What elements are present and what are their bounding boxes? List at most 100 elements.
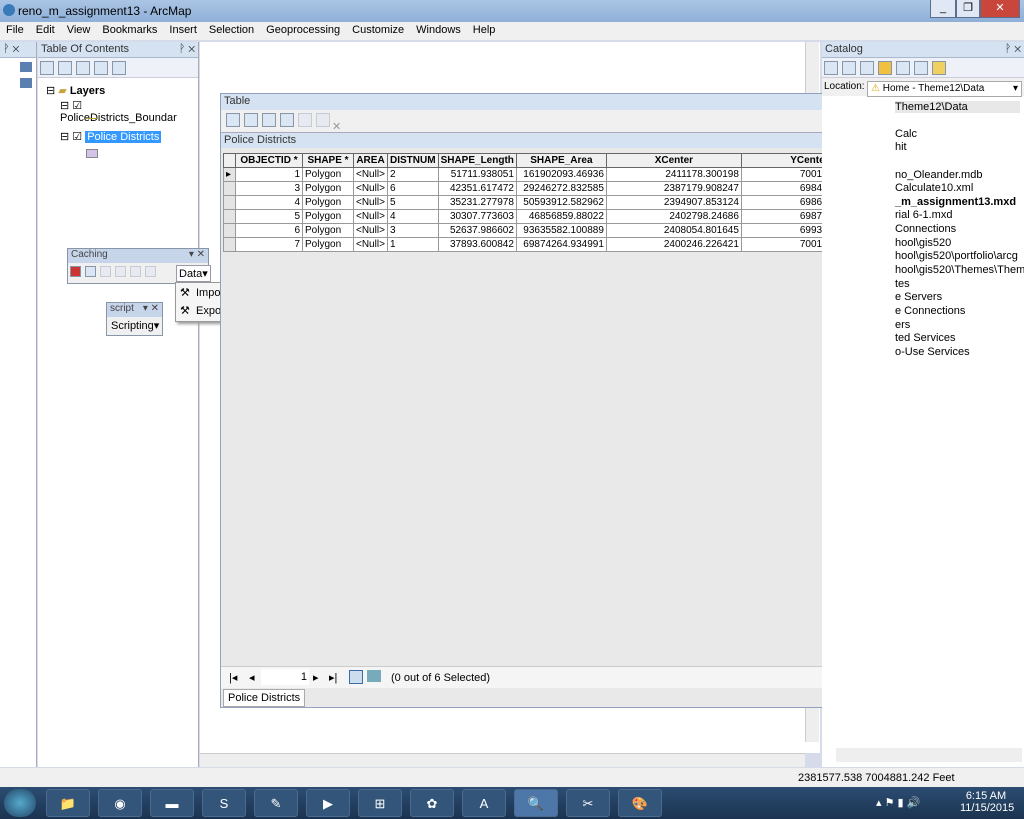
table-cell[interactable]: <Null>	[353, 195, 388, 210]
home-icon[interactable]	[878, 61, 892, 75]
tile-tool-icon[interactable]	[130, 266, 141, 277]
view-icon[interactable]	[914, 61, 928, 75]
row-selector[interactable]	[223, 209, 236, 224]
show-all-records-icon[interactable]	[349, 670, 363, 684]
menu-help[interactable]: Help	[467, 22, 502, 38]
paint-icon[interactable]: 🎨	[618, 789, 662, 817]
table-cell[interactable]: 69874264.934991	[515, 237, 607, 252]
row-selector[interactable]	[223, 181, 236, 196]
command-prompt-icon[interactable]: ▬	[150, 789, 194, 817]
collapse-icon[interactable]: ⊟	[46, 85, 55, 97]
column-header[interactable]: AREA	[353, 153, 388, 168]
related-tables-icon[interactable]	[244, 113, 258, 127]
table-cell[interactable]: 2	[387, 167, 439, 182]
table-cell[interactable]: 51711.938051	[437, 167, 517, 182]
column-header[interactable]: OBJECTID *	[235, 153, 303, 168]
table-options-icon[interactable]	[226, 113, 240, 127]
start-button[interactable]	[4, 789, 36, 817]
table-cell[interactable]: <Null>	[353, 181, 388, 196]
table-cell[interactable]: <Null>	[353, 209, 388, 224]
table-cell[interactable]: 4	[387, 209, 439, 224]
network-icon[interactable]: ⊞	[358, 789, 402, 817]
catalog-item[interactable]: Calc	[895, 128, 917, 140]
menu-view[interactable]: View	[61, 22, 97, 38]
table-cell[interactable]: 93635582.100889	[515, 223, 607, 238]
chrome-icon[interactable]: ◉	[98, 789, 142, 817]
catalog-item[interactable]: _m_assignment13.mxd	[895, 196, 1016, 208]
options-icon[interactable]	[112, 61, 126, 75]
list-by-visibility-icon[interactable]	[76, 61, 90, 75]
tile-tool-icon[interactable]	[145, 266, 156, 277]
attribute-table[interactable]: OBJECTID * SHAPE * AREA DISTNUM SHAPE_Length…	[223, 153, 878, 252]
row-selector[interactable]	[223, 195, 236, 210]
new-folder-icon[interactable]	[932, 61, 946, 75]
row-selector-header[interactable]	[223, 153, 236, 168]
column-header[interactable]: SHAPE_Area	[515, 153, 607, 168]
column-header[interactable]: SHAPE_Length	[437, 153, 517, 168]
layer-name[interactable]: Police Districts	[85, 131, 162, 143]
table-row[interactable]: 3 Polygon <Null> 6 42351.617472 29246272.8325…	[223, 181, 878, 196]
table-cell[interactable]: 5	[387, 195, 439, 210]
record-input[interactable]: 1	[261, 669, 309, 685]
table-row[interactable]: ▸ 1 Polygon <Null> 2 51711.938051 161902093.46…	[223, 167, 878, 182]
collapse-icon[interactable]: ⊟	[60, 131, 69, 143]
menu-insert[interactable]: Insert	[163, 22, 203, 38]
table-cell[interactable]: <Null>	[353, 223, 388, 238]
first-record-button[interactable]: |◂	[229, 671, 237, 684]
catalog-item[interactable]: o-Use Services	[895, 346, 970, 358]
table-cell[interactable]: 1	[387, 237, 439, 252]
tile-tool-icon[interactable]	[115, 266, 126, 277]
table-cell[interactable]: 2408054.801645	[605, 223, 742, 238]
row-selector[interactable]	[223, 237, 236, 252]
table-row[interactable]: 7 Polygon <Null> 1 37893.600842 69874264.9349…	[223, 237, 878, 252]
row-selector[interactable]: ▸	[223, 167, 236, 182]
location-dropdown[interactable]: ⚠ Home - Theme12\Data ▾	[867, 81, 1022, 97]
media-player-icon[interactable]: ▶	[306, 789, 350, 817]
scripting-dropdown[interactable]: Scripting▾	[107, 317, 162, 334]
catalog-item[interactable]: hit	[895, 141, 907, 153]
catalog-item[interactable]: tes	[895, 278, 910, 290]
table-cell[interactable]: <Null>	[353, 167, 388, 182]
column-header[interactable]: DISTNUM	[387, 153, 439, 168]
clock[interactable]: 6:15 AM 11/15/2015	[960, 790, 1014, 814]
window-icon[interactable]	[20, 78, 32, 88]
table-cell[interactable]: 35231.277978	[437, 195, 517, 210]
app-icon[interactable]: ✿	[410, 789, 454, 817]
catalog-item[interactable]: Connections	[895, 223, 956, 235]
catalog-item[interactable]: rial 6-1.mxd	[895, 209, 952, 221]
close-button[interactable]: ✕	[980, 0, 1020, 18]
menu-bookmarks[interactable]: Bookmarks	[96, 22, 163, 38]
list-by-source-icon[interactable]	[58, 61, 72, 75]
switch-selection-icon[interactable]	[280, 113, 294, 127]
connect-folder-icon[interactable]	[896, 61, 910, 75]
catalog-item[interactable]: ted Services	[895, 332, 956, 344]
column-header[interactable]: XCenter	[605, 153, 742, 168]
table-cell[interactable]: Polygon	[302, 195, 354, 210]
app-icon[interactable]: ✎	[254, 789, 298, 817]
table-cell[interactable]: 30307.773603	[437, 209, 517, 224]
close-icon[interactable]: ᚹ ✕	[1005, 43, 1021, 55]
row-selector[interactable]	[223, 223, 236, 238]
tile-tool-icon[interactable]	[70, 266, 81, 277]
table-row[interactable]: 5 Polygon <Null> 4 30307.773603 46856859.8802…	[223, 209, 878, 224]
select-by-attributes-icon[interactable]	[262, 113, 276, 127]
table-cell[interactable]: Polygon	[302, 167, 354, 182]
app-icon[interactable]: ✂	[566, 789, 610, 817]
collapse-icon[interactable]: ⊟	[60, 100, 69, 112]
next-record-button[interactable]: ▸	[313, 671, 319, 684]
acrobat-icon[interactable]: A	[462, 789, 506, 817]
catalog-horizontal-scrollbar[interactable]	[836, 748, 1022, 762]
arcmap-taskbar-icon[interactable]: 🔍	[514, 789, 558, 817]
menu-selection[interactable]: Selection	[203, 22, 260, 38]
last-record-button[interactable]: ▸|	[329, 671, 337, 684]
clear-selection-icon[interactable]	[298, 113, 312, 127]
catalog-item[interactable]: e Servers	[895, 291, 942, 303]
table-cell[interactable]: 1	[235, 167, 303, 182]
catalog-item[interactable]: hool\gis520	[895, 237, 951, 249]
file-explorer-icon[interactable]: 📁	[46, 789, 90, 817]
table-cell[interactable]: 46856859.88022	[515, 209, 607, 224]
layer-name[interactable]: PoliceDistricts_Boundar	[60, 112, 177, 124]
close-icon[interactable]: ▾ ✕	[189, 249, 205, 260]
minimize-button[interactable]: _	[930, 0, 956, 18]
table-cell[interactable]: 52637.986602	[437, 223, 517, 238]
